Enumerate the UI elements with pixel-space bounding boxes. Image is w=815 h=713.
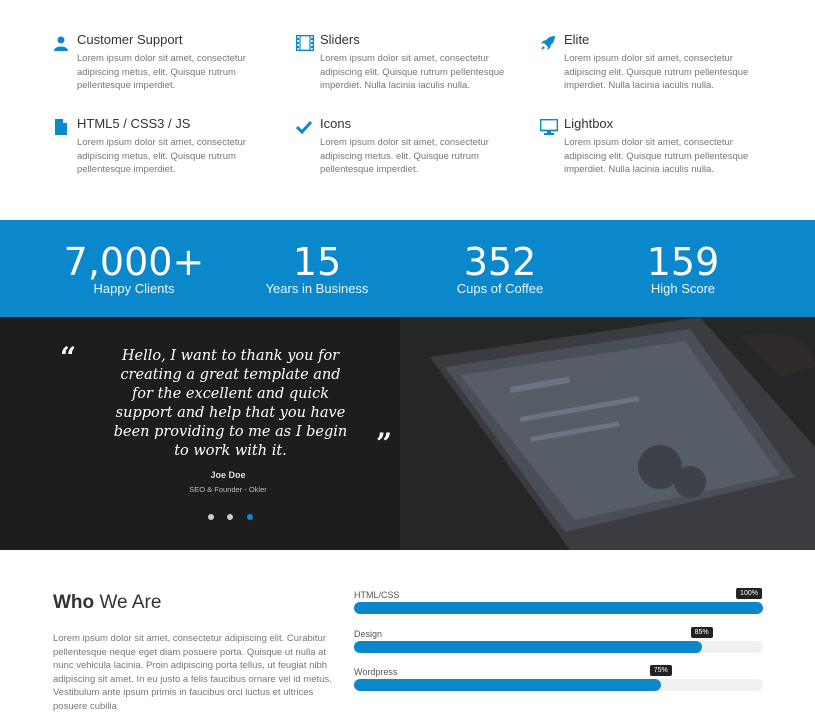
open-quote-mark: “ bbox=[60, 341, 77, 374]
skill-fill bbox=[354, 641, 702, 653]
skill-fill bbox=[354, 602, 763, 614]
carousel-dot-2[interactable] bbox=[227, 514, 234, 520]
skill-track: 85% bbox=[354, 627, 763, 653]
stat-number: 7,000+ bbox=[63, 240, 205, 284]
close-quote-mark: ” bbox=[376, 427, 393, 460]
film-icon bbox=[296, 35, 314, 51]
stat-number: 352 bbox=[463, 240, 537, 284]
stat-number: 159 bbox=[646, 240, 720, 284]
skill-design: Design 85% bbox=[354, 627, 763, 653]
stat-label: High Score bbox=[650, 281, 716, 296]
feature-title: Icons bbox=[320, 116, 352, 131]
feature-text: Lorem ipsum dolor sit amet, consectetur … bbox=[320, 137, 489, 175]
skill-tooltip: 85% bbox=[690, 627, 713, 638]
stat-coffee: 352 Cups of Coffee bbox=[410, 242, 590, 296]
user-icon bbox=[54, 36, 68, 51]
stat-happy-clients: 7,000+ Happy Clients bbox=[44, 242, 224, 296]
testimonial-role: SEO & Founder - Okler bbox=[189, 485, 267, 494]
feature-title: HTML5 / CSS3 / JS bbox=[77, 116, 191, 131]
features-section: Customer Support Lorem ipsum dolor sit a… bbox=[0, 0, 815, 220]
stats-section: 7,000+ Happy Clients 15 Years in Busines… bbox=[0, 220, 815, 317]
stat-years: 15 Years in Business bbox=[227, 242, 407, 296]
feature-title: Customer Support bbox=[77, 32, 183, 47]
skill-track: 100% bbox=[354, 588, 763, 614]
skill-tooltip: 75% bbox=[649, 665, 672, 676]
title-bold: Who bbox=[53, 592, 95, 613]
testimonial-quote: Hello, I want to thank you for creating … bbox=[113, 348, 348, 459]
stat-label: Happy Clients bbox=[93, 281, 175, 296]
section-title: Who We Are bbox=[53, 592, 161, 614]
feature-title: Lightbox bbox=[564, 116, 614, 131]
carousel-dot-1[interactable] bbox=[208, 514, 214, 520]
skill-label: Wordpress bbox=[354, 667, 398, 677]
skill-wordpress: Wordpress 75% bbox=[354, 665, 763, 691]
testimonial-author: Joe Doe bbox=[210, 470, 246, 480]
check-icon bbox=[296, 120, 312, 135]
feature-text: Lorem ipsum dolor sit amet, consectetur … bbox=[77, 53, 246, 91]
who-we-are-section: Who We Are Lorem ipsum dolor sit amet, c… bbox=[0, 550, 815, 712]
stat-label: Years in Business bbox=[265, 281, 369, 296]
feature-text: Lorem ipsum dolor sit amet, consectetur … bbox=[77, 137, 246, 175]
stat-label: Cups of Coffee bbox=[456, 281, 544, 296]
feature-text: Lorem ipsum dolor sit amet, consectetur … bbox=[320, 53, 505, 91]
skill-label: HTML/CSS bbox=[354, 590, 400, 600]
tablet-background-image bbox=[400, 317, 815, 550]
stat-number: 15 bbox=[292, 240, 342, 284]
stat-high-score: 159 High Score bbox=[593, 242, 773, 296]
skill-html-css: HTML/CSS 100% bbox=[354, 588, 763, 614]
title-rest: We Are bbox=[99, 592, 162, 613]
carousel-dots bbox=[208, 507, 262, 525]
file-icon bbox=[55, 119, 67, 135]
feature-title: Elite bbox=[564, 32, 590, 47]
skill-tooltip: 100% bbox=[736, 588, 762, 599]
skill-fill bbox=[354, 679, 661, 691]
feature-text: Lorem ipsum dolor sit amet, consectetur … bbox=[564, 53, 749, 91]
skill-track: 75% bbox=[354, 665, 763, 691]
feature-title: Sliders bbox=[320, 32, 360, 47]
feature-text: Lorem ipsum dolor sit amet, consectetur … bbox=[564, 137, 749, 175]
desktop-icon bbox=[540, 119, 558, 135]
testimonial-section: “ Hello, I want to thank you for creatin… bbox=[0, 317, 815, 550]
carousel-dot-3[interactable] bbox=[246, 514, 253, 520]
rocket-icon bbox=[541, 36, 555, 50]
who-text: Lorem ipsum dolor sit amet, consectetur … bbox=[53, 633, 332, 712]
